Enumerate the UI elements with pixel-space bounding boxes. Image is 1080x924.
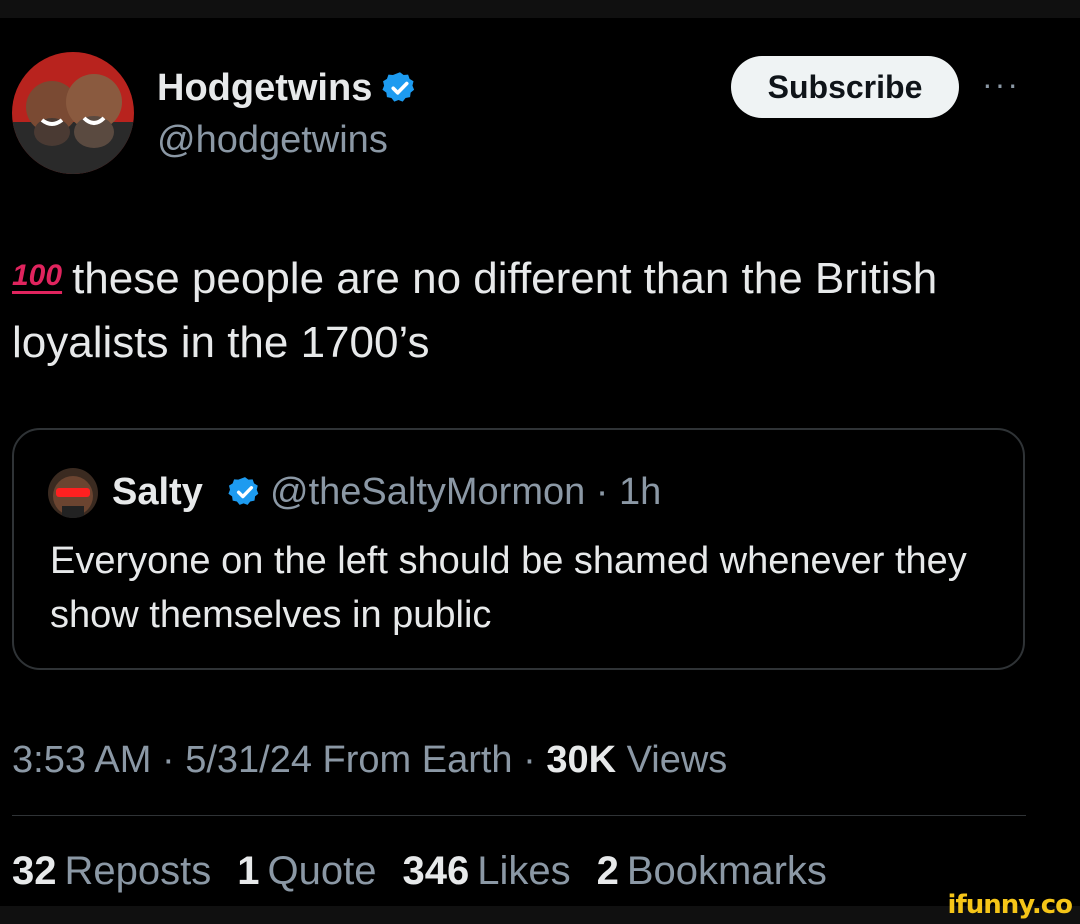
bookmarks-count: 2 <box>596 849 619 893</box>
more-options-icon[interactable]: ··· <box>982 68 1020 100</box>
quotes-stat[interactable]: 1 Quote <box>237 846 376 896</box>
quoted-avatar-photo <box>48 468 98 518</box>
bookmarks-label: Bookmarks <box>626 849 827 893</box>
author-display-name[interactable]: Hodgetwins <box>157 66 418 110</box>
tweet-timestamp[interactable]: 3:53 AM · 5/31/24 From Earth · <box>12 739 546 781</box>
reposts-stat[interactable]: 32 Reposts <box>12 846 211 896</box>
quoted-tweet-card[interactable]: Salty @theSaltyMormon · 1h Everyone on t… <box>12 428 1025 670</box>
engagement-stats: 32 Reposts 1 Quote 346 Likes 2 Bookmarks <box>12 846 827 896</box>
verified-badge-icon <box>382 72 415 102</box>
author-handle[interactable]: @hodgetwins <box>157 118 388 162</box>
avatar-photo <box>12 52 134 174</box>
subscribe-button[interactable]: Subscribe <box>731 56 959 118</box>
author-name-text[interactable]: Hodgetwins <box>157 66 372 110</box>
likes-count: 346 <box>402 849 470 893</box>
bottom-band <box>0 906 1080 924</box>
hundred-points-icon: 100 <box>12 259 63 292</box>
quotes-count: 1 <box>237 849 260 893</box>
views-label: Views <box>616 739 728 781</box>
quoted-author-handle-time[interactable]: @theSaltyMormon · 1h <box>270 470 661 514</box>
quotes-label: Quote <box>267 849 377 893</box>
tweet-metadata: 3:53 AM · 5/31/24 From Earth · 30K Views <box>12 736 727 784</box>
quoted-author-name[interactable]: Salty <box>112 470 203 514</box>
quoted-author-avatar[interactable] <box>48 468 98 518</box>
watermark: ifunny.co <box>947 890 1073 920</box>
reposts-count: 32 <box>12 849 57 893</box>
views-count: 30K <box>546 739 617 781</box>
bookmarks-stat[interactable]: 2 Bookmarks <box>597 846 827 896</box>
quoted-tweet-text: Everyone on the left should be shamed wh… <box>50 540 967 636</box>
tweet-body: these people are no different than the B… <box>12 254 938 367</box>
verified-badge-icon <box>228 477 259 505</box>
reposts-label: Reposts <box>64 849 212 893</box>
likes-stat[interactable]: 346 Likes <box>402 846 570 896</box>
author-avatar[interactable] <box>12 52 134 174</box>
tweet-text: 100 these people are no different than th… <box>12 244 1032 375</box>
top-band <box>0 0 1080 18</box>
divider <box>12 815 1026 816</box>
likes-label: Likes <box>477 849 571 893</box>
